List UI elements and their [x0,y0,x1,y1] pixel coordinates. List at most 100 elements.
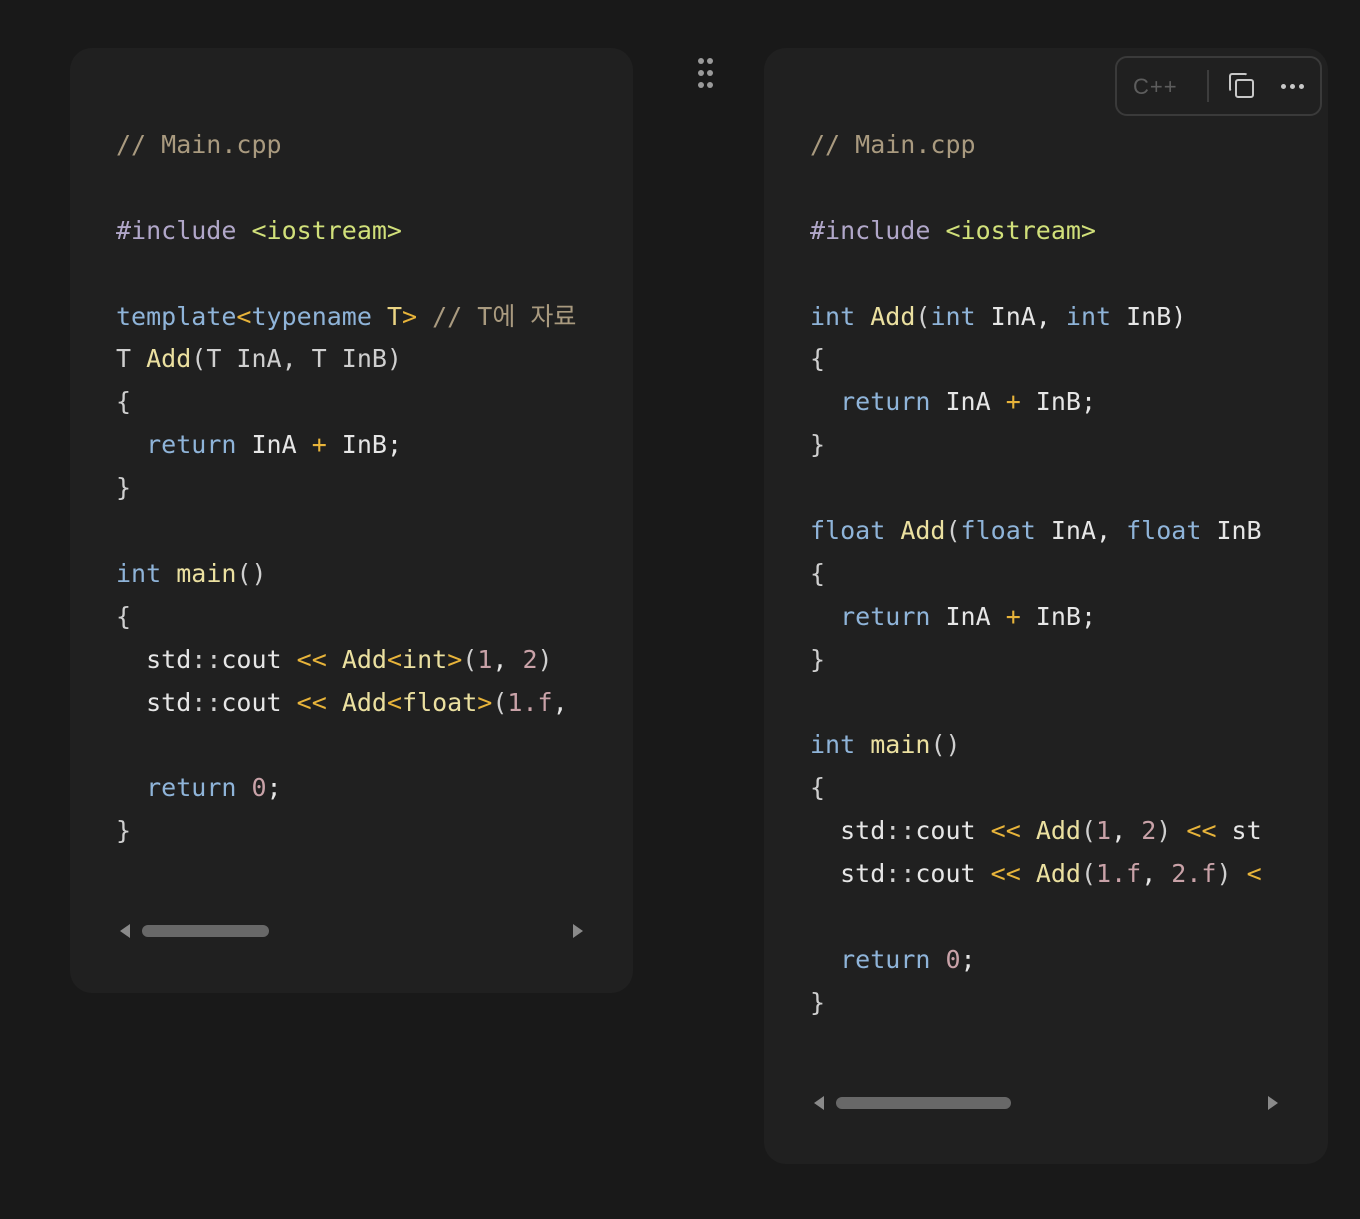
code-token: + [1005,601,1021,631]
code-token: () [930,730,961,760]
horizontal-scrollbar[interactable] [116,921,587,941]
copy-icon-front [1235,79,1254,98]
code-line: { [116,381,587,424]
code-token: } [116,816,132,846]
code-line: template<typename T> // T에 자료 [116,296,587,339]
code-line: } [810,639,1282,682]
code-token: 0 [945,944,961,974]
scroll-left-arrow-icon[interactable] [814,1096,824,1110]
code-token: ( [462,644,478,674]
code-line: // Main.cpp [810,124,1282,167]
more-icon[interactable] [1275,68,1311,104]
code-token: return [840,387,931,417]
code-token: ) [537,644,553,674]
code-token: } [810,644,826,674]
code-line: return 0; [116,767,587,810]
code-token: main [870,730,931,760]
code-token: 2.f [1171,859,1217,889]
code-token: int [1065,301,1112,331]
code-token: :: [885,816,916,846]
scroll-right-arrow-icon[interactable] [1268,1096,1278,1110]
scrollbar-thumb[interactable] [142,925,269,937]
drag-dot [698,82,704,88]
horizontal-scrollbar[interactable] [810,1093,1282,1113]
language-label[interactable]: C++ [1133,74,1178,100]
scroll-left-arrow-icon[interactable] [120,924,130,938]
code-token: 1 [477,644,493,674]
code-token: , [492,644,523,674]
more-dot [1290,84,1295,89]
code-token: InA, [975,301,1066,331]
toolbar-divider [1207,70,1209,102]
code-token: #include [810,215,946,245]
drag-handle-icon[interactable] [697,58,717,92]
code-line: { [116,596,587,639]
code-token: T [116,344,147,374]
code-token: :: [191,644,222,674]
code-token: return [840,944,931,974]
code-token: // Main.cpp [116,130,282,159]
code-token: InB [1201,516,1262,546]
scrollbar-thumb[interactable] [836,1097,1011,1109]
code-token: :: [191,687,222,717]
code-line: { [810,553,1282,596]
drag-dot [707,82,713,88]
code-token: 1.f [507,687,553,717]
code-token: ( [945,516,961,546]
code-token: ; [960,944,976,974]
code-content: // Main.cpp #include <iostream> int Add(… [810,124,1282,1025]
more-dot [1281,84,1286,89]
code-token: < [1246,859,1262,889]
code-token: // Main.cpp [810,130,976,159]
code-block-overload: // Main.cpp #include <iostream> int Add(… [764,48,1328,1164]
code-token: { [116,601,132,631]
code-block-toolbar: C++ [1115,56,1322,116]
code-token: Add [146,344,192,374]
code-token: std [116,687,192,717]
code-line: T Add(T InA, T InB) [116,338,587,381]
code-token: InA, [1035,516,1127,546]
code-token: cout [915,859,991,889]
copy-icon[interactable] [1223,68,1259,104]
code-token: std [116,644,192,674]
code-token: int [810,301,856,331]
code-line: std::cout << Add<int>(1, 2) [116,639,587,682]
code-token: InB) [1111,301,1187,331]
code-token: cout [221,644,297,674]
code-token: , [552,687,568,717]
code-line: return InA + InB; [116,424,587,467]
code-token: 0 [251,773,267,803]
code-token: ) [1156,816,1172,846]
code-token: Add [1035,859,1081,889]
code-token: } [810,430,826,460]
scroll-right-arrow-icon[interactable] [573,924,583,938]
code-line: int main() [810,724,1282,767]
code-block-template: // Main.cpp #include <iostream> template… [70,48,633,993]
code-token: ; [266,773,282,803]
code-token: InA [236,430,312,460]
code-line: int Add(int InA, int InB) [810,296,1282,339]
code-token: ( [1080,859,1097,889]
drag-dot [698,58,704,64]
code-token: main [176,558,237,588]
code-line: } [116,810,587,853]
code-token: Add [1035,816,1081,846]
code-token: 2 [522,644,538,674]
code-token: < [386,644,403,674]
